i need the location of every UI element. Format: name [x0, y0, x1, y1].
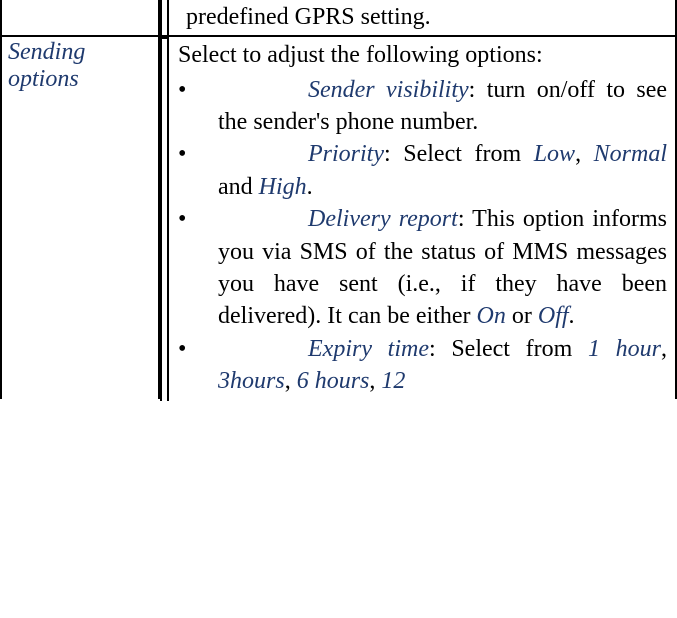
label-text: Sending options [8, 39, 85, 92]
item-line: Delivery report: This option informs you… [218, 203, 667, 333]
bullet-list: • Sender visibility: turn on/off to see … [178, 74, 667, 398]
row-content: Select to adjust the following options: … [159, 36, 676, 399]
intro-text: Select to adjust the following options: [178, 39, 667, 71]
bullet-icon: • [178, 203, 186, 235]
option-value: On [477, 303, 506, 329]
row-label: Sending options [1, 36, 159, 399]
sep: , [661, 336, 667, 362]
option-value: 6 hours [297, 368, 370, 394]
item-term: Expiry time [308, 336, 429, 362]
item-term: Sender visibility [308, 77, 469, 103]
item-line: Expiry time: Select from 1 hour, 3hours,… [218, 333, 667, 398]
table-row: predefined GPRS setting. [1, 0, 676, 36]
bullet-icon: • [178, 74, 186, 106]
row-label [1, 0, 159, 36]
sep: , [369, 368, 381, 394]
list-item: • Sender visibility: turn on/off to see … [178, 74, 667, 139]
bullet-icon: • [178, 333, 186, 365]
item-text: : Select from [384, 141, 534, 167]
item-text: . [569, 303, 575, 329]
option-value: Normal [594, 141, 667, 167]
option-value: 12 [381, 368, 405, 394]
option-value: Low [534, 141, 575, 167]
item-line: Sender visibility: turn on/off to see th… [218, 74, 667, 139]
item-term: Delivery report [308, 206, 458, 232]
settings-table: predefined GPRS setting. Sending options… [0, 0, 677, 399]
item-line: Priority: Select from Low, Normal and Hi… [218, 138, 667, 203]
item-text: : Select from [429, 336, 588, 362]
option-value: 1 hour [588, 336, 661, 362]
item-term: Priority [308, 141, 384, 167]
option-value: High [259, 174, 307, 200]
list-item: • Delivery report: This option informs y… [178, 203, 667, 333]
content-text: predefined GPRS setting. [186, 4, 431, 30]
sep: , [285, 368, 297, 394]
option-value: Off [538, 303, 569, 329]
option-value: 3hours [218, 368, 285, 394]
table-row: Sending options Select to adjust the fol… [1, 36, 676, 399]
sep: , [575, 141, 594, 167]
sep: or [506, 303, 538, 329]
item-text: . [307, 174, 313, 200]
bullet-icon: • [178, 138, 186, 170]
row-content: predefined GPRS setting. [159, 0, 676, 36]
list-item: • Priority: Select from Low, Normal and … [178, 138, 667, 203]
sep: and [218, 174, 259, 200]
list-item: • Expiry time: Select from 1 hour, 3hour… [178, 333, 667, 398]
